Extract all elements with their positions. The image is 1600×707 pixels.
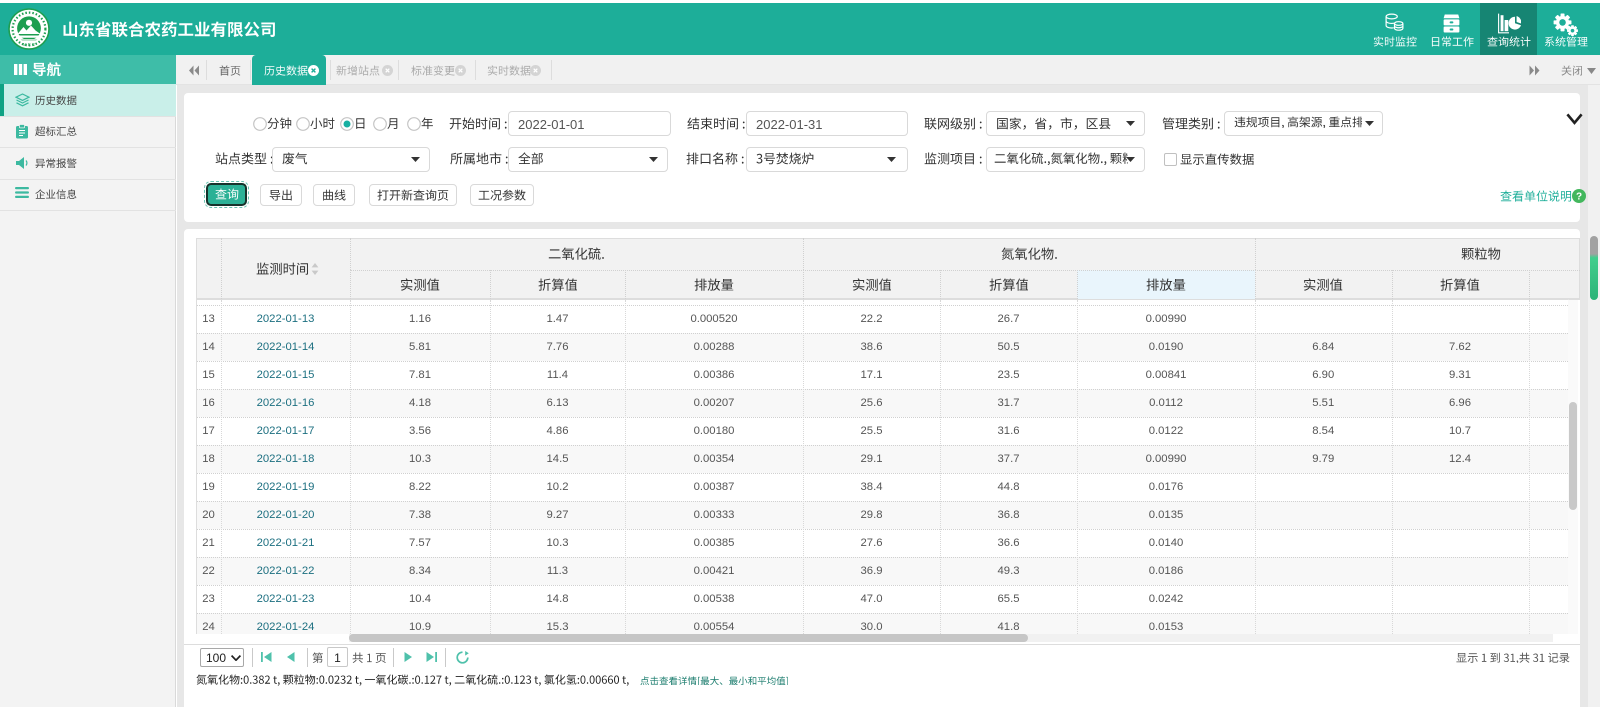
svg-text:M E E: M E E xyxy=(23,42,35,47)
svg-text:?: ? xyxy=(1576,192,1582,203)
